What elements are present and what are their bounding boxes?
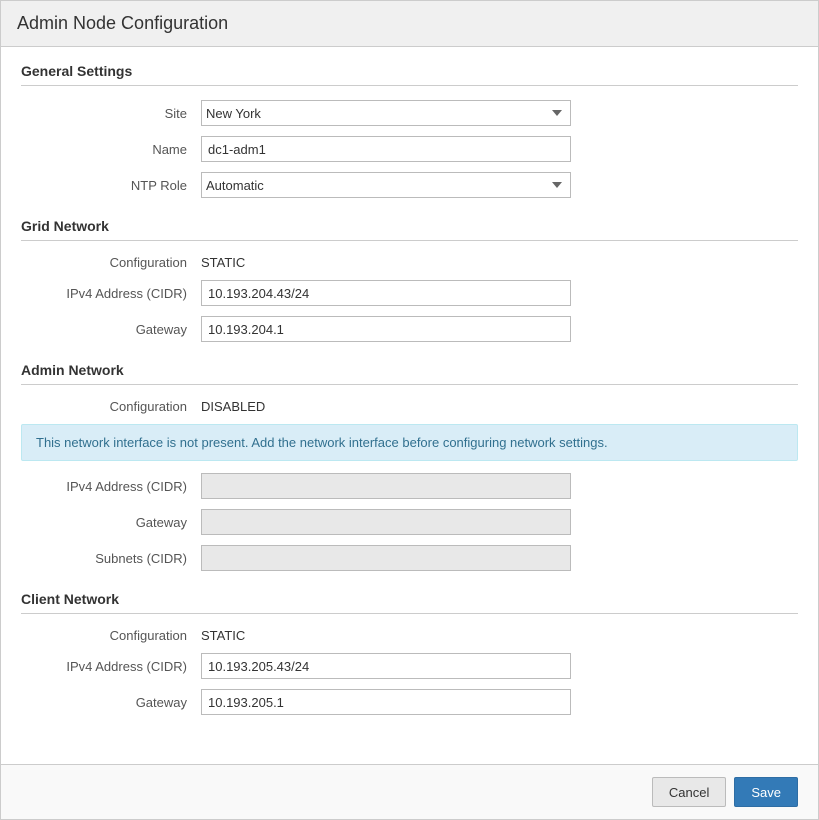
client-config-label: Configuration	[21, 628, 201, 643]
client-ipv4-row: IPv4 Address (CIDR)	[21, 653, 798, 679]
grid-gateway-input[interactable]	[201, 316, 571, 342]
client-gateway-row: Gateway	[21, 689, 798, 715]
admin-gateway-row: Gateway	[21, 509, 798, 535]
general-settings-section: General Settings Site New York Chicago L…	[21, 63, 798, 198]
admin-subnets-label: Subnets (CIDR)	[21, 551, 201, 566]
client-config-row: Configuration STATIC	[21, 628, 798, 643]
site-row: Site New York Chicago Los Angeles	[21, 100, 798, 126]
grid-ipv4-input[interactable]	[201, 280, 571, 306]
page-wrapper: Admin Node Configuration General Setting…	[0, 0, 819, 820]
grid-network-section: Grid Network Configuration STATIC IPv4 A…	[21, 218, 798, 342]
admin-config-value: DISABLED	[201, 399, 265, 414]
name-row: Name	[21, 136, 798, 162]
grid-config-value: STATIC	[201, 255, 245, 270]
client-ipv4-label: IPv4 Address (CIDR)	[21, 659, 201, 674]
client-gateway-label: Gateway	[21, 695, 201, 710]
admin-network-section: Admin Network Configuration DISABLED Thi…	[21, 362, 798, 571]
page-header: Admin Node Configuration	[1, 1, 818, 47]
client-gateway-input[interactable]	[201, 689, 571, 715]
admin-config-row: Configuration DISABLED	[21, 399, 798, 414]
site-select[interactable]: New York Chicago Los Angeles	[201, 100, 571, 126]
admin-ipv4-label: IPv4 Address (CIDR)	[21, 479, 201, 494]
ntp-role-label: NTP Role	[21, 178, 201, 193]
page-content: General Settings Site New York Chicago L…	[1, 47, 818, 764]
admin-subnets-row: Subnets (CIDR)	[21, 545, 798, 571]
grid-ipv4-row: IPv4 Address (CIDR)	[21, 280, 798, 306]
grid-gateway-row: Gateway	[21, 316, 798, 342]
admin-gateway-label: Gateway	[21, 515, 201, 530]
admin-ipv4-row: IPv4 Address (CIDR)	[21, 473, 798, 499]
name-input[interactable]	[201, 136, 571, 162]
ntp-role-row: NTP Role Automatic Primary Client	[21, 172, 798, 198]
admin-gateway-input	[201, 509, 571, 535]
name-label: Name	[21, 142, 201, 157]
ntp-role-select[interactable]: Automatic Primary Client	[201, 172, 571, 198]
page-title: Admin Node Configuration	[17, 13, 802, 34]
admin-config-label: Configuration	[21, 399, 201, 414]
save-button[interactable]: Save	[734, 777, 798, 807]
grid-ipv4-label: IPv4 Address (CIDR)	[21, 286, 201, 301]
grid-network-title: Grid Network	[21, 218, 798, 241]
grid-gateway-label: Gateway	[21, 322, 201, 337]
general-settings-title: General Settings	[21, 63, 798, 86]
admin-network-title: Admin Network	[21, 362, 798, 385]
grid-config-label: Configuration	[21, 255, 201, 270]
admin-subnets-input	[201, 545, 571, 571]
admin-network-alert: This network interface is not present. A…	[21, 424, 798, 461]
site-label: Site	[21, 106, 201, 121]
client-network-section: Client Network Configuration STATIC IPv4…	[21, 591, 798, 715]
grid-config-row: Configuration STATIC	[21, 255, 798, 270]
admin-ipv4-input	[201, 473, 571, 499]
client-ipv4-input[interactable]	[201, 653, 571, 679]
page-footer: Cancel Save	[1, 764, 818, 819]
cancel-button[interactable]: Cancel	[652, 777, 726, 807]
client-network-title: Client Network	[21, 591, 798, 614]
client-config-value: STATIC	[201, 628, 245, 643]
